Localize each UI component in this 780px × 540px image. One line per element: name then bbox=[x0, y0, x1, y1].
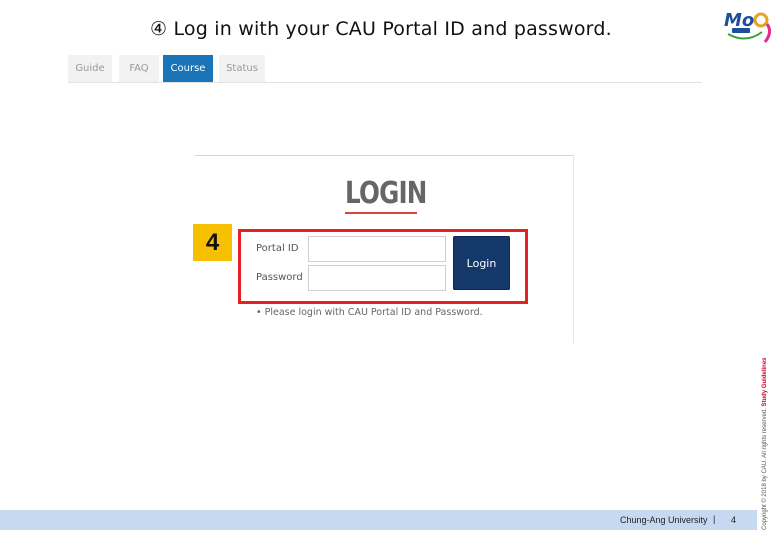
portal-id-input[interactable] bbox=[308, 236, 446, 262]
footer-separator: | bbox=[713, 514, 716, 524]
copyright-brand: Study Guidelines bbox=[762, 357, 768, 407]
footer-page-number: 4 bbox=[731, 515, 737, 525]
password-input[interactable] bbox=[308, 265, 446, 291]
tab-status[interactable]: Status bbox=[219, 55, 265, 82]
course-nav-tabs: Guide FAQ Course Status bbox=[68, 55, 702, 83]
login-button[interactable]: Login bbox=[453, 236, 510, 290]
copyright-text: Copyright © 2018 by CAU. All rights rese… bbox=[762, 406, 768, 530]
portal-id-label: Portal ID bbox=[256, 243, 299, 254]
slide-heading: ④ Log in with your CAU Portal ID and pas… bbox=[150, 18, 612, 40]
password-label: Password bbox=[256, 272, 303, 283]
cau-mooc-logo: Mo bbox=[724, 10, 772, 43]
tab-faq[interactable]: FAQ bbox=[119, 55, 159, 82]
svg-text:Mo: Mo bbox=[724, 10, 754, 31]
login-title: LOGIN bbox=[345, 176, 427, 211]
login-title-underline bbox=[345, 212, 417, 214]
login-note: • Please login with CAU Portal ID and Pa… bbox=[256, 307, 483, 318]
footer-bar: Chung-Ang University | 4 bbox=[0, 510, 757, 530]
side-copyright: Copyright © 2018 by CAU. All rights rese… bbox=[762, 358, 768, 531]
step-number-badge: 4 bbox=[193, 224, 232, 261]
tab-guide[interactable]: Guide bbox=[68, 55, 112, 82]
footer-university: Chung-Ang University bbox=[620, 515, 708, 525]
tab-course[interactable]: Course bbox=[163, 55, 213, 82]
